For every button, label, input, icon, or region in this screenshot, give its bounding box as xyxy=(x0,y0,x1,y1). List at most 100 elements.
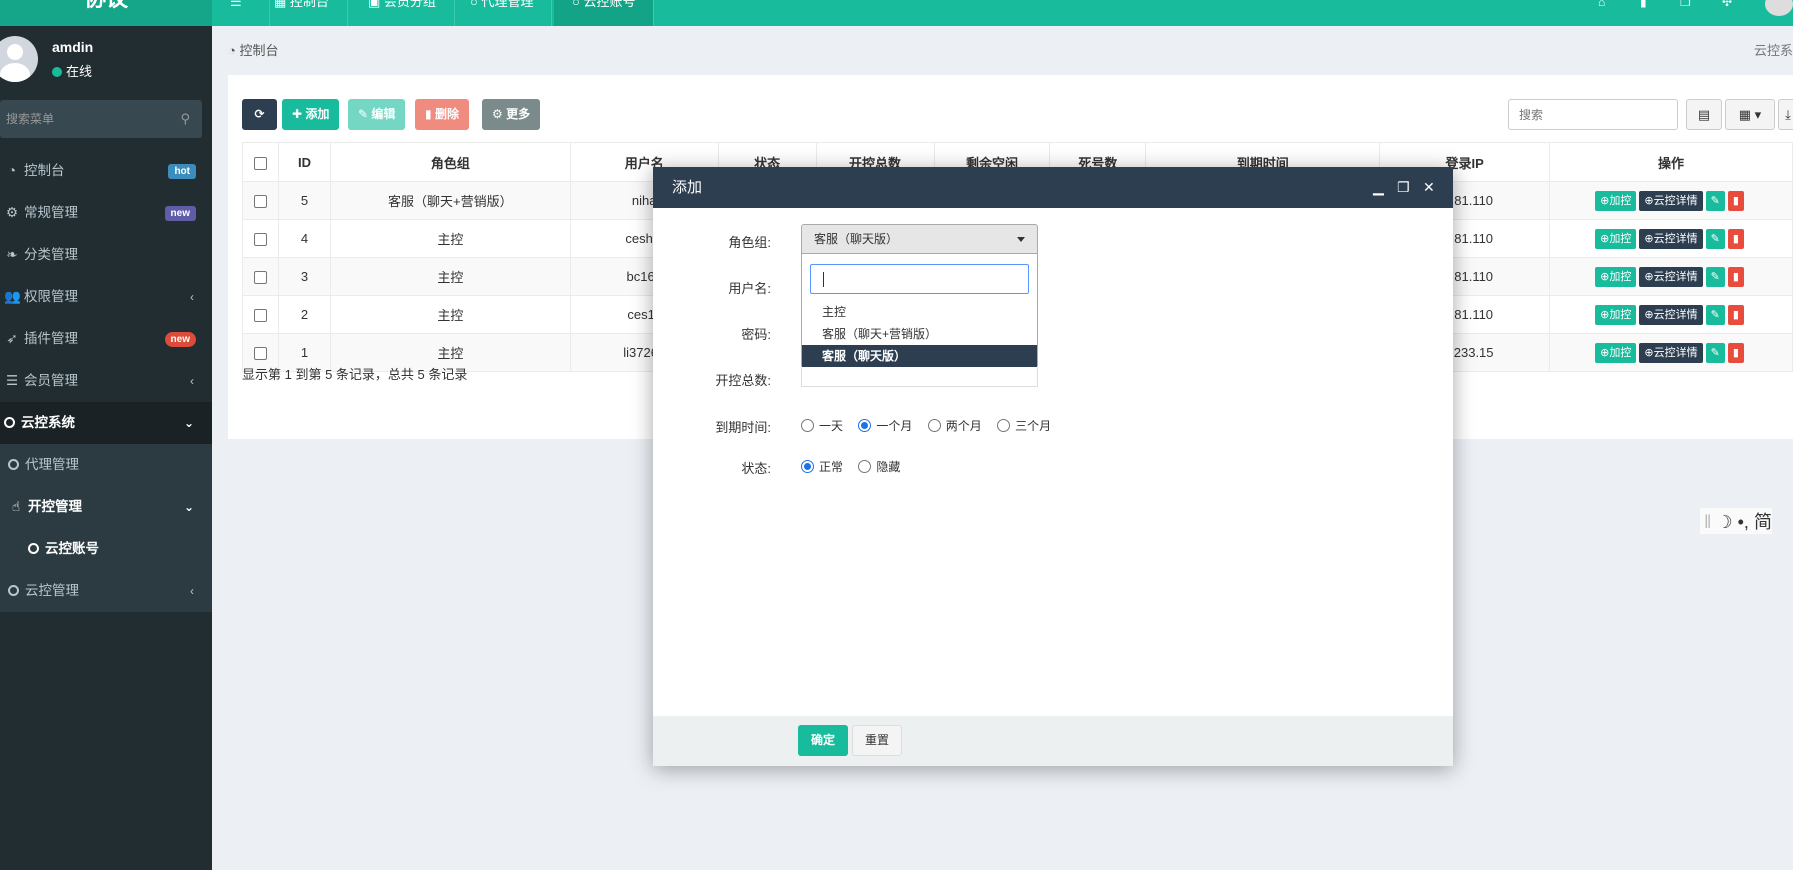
delete-row-button[interactable]: ▮ xyxy=(1727,266,1744,287)
status-option[interactable]: 正常 xyxy=(801,460,843,474)
list-icon: ☰ xyxy=(5,373,19,388)
total-input[interactable] xyxy=(801,365,1038,387)
col-header[interactable]: 角色组 xyxy=(329,142,571,182)
sidebar-item-agent[interactable]: 代理管理 xyxy=(0,444,212,486)
row-checkbox[interactable] xyxy=(253,309,267,323)
punctuation-icon[interactable]: •, xyxy=(1738,512,1749,532)
moon-icon[interactable]: ☽ xyxy=(1716,512,1732,532)
hand-icon: ☝ xyxy=(11,499,21,514)
edit-button[interactable]: ✎ 编辑 xyxy=(348,99,406,130)
radio-button[interactable] xyxy=(858,419,872,432)
table-search-input[interactable] xyxy=(1508,99,1678,130)
radio-button[interactable] xyxy=(801,460,814,473)
delete-row-button[interactable]: ▮ xyxy=(1727,190,1744,211)
delete-row-button[interactable]: ▮ xyxy=(1727,304,1744,325)
add-control-button[interactable]: ⊕加控 xyxy=(1595,304,1637,325)
detail-button[interactable]: ⊕云控详情 xyxy=(1639,228,1703,249)
online-dot-icon xyxy=(52,67,62,77)
sidebar-item-dashboard[interactable]: ◔ 控制台 hot xyxy=(0,150,212,192)
radio-button[interactable] xyxy=(858,460,872,473)
expire-option[interactable]: 一天 xyxy=(801,419,843,433)
add-control-button[interactable]: ⊕加控 xyxy=(1595,266,1637,287)
tab-agent[interactable]: ○ 代理管理 xyxy=(452,0,553,26)
app-logo[interactable]: 协议 xyxy=(0,0,212,26)
edit-row-button[interactable]: ✎ xyxy=(1705,228,1725,249)
radio-button[interactable] xyxy=(801,419,814,432)
columns-button[interactable]: ▦ ▾ xyxy=(1725,99,1775,130)
detail-button[interactable]: ⊕云控详情 xyxy=(1639,190,1703,211)
confirm-button[interactable]: 确定 xyxy=(798,725,848,756)
edit-row-button[interactable]: ✎ xyxy=(1705,190,1725,211)
role-option[interactable]: 主控 xyxy=(802,301,1037,323)
add-button[interactable]: ✚ 添加 xyxy=(282,99,340,130)
status-option[interactable]: 隐藏 xyxy=(858,460,900,474)
export-button[interactable]: ⤓ xyxy=(1778,99,1793,130)
sidebar-search-input[interactable] xyxy=(0,100,170,138)
col-header[interactable]: ID xyxy=(277,142,331,182)
row-checkbox[interactable] xyxy=(253,347,267,361)
avatar xyxy=(0,36,38,82)
sidebar-item-permission[interactable]: 👥 权限管理 ‹ xyxy=(0,276,212,318)
add-control-button[interactable]: ⊕加控 xyxy=(1595,190,1637,211)
tab-member-group[interactable]: ▣ 会员分组 xyxy=(350,0,455,26)
detail-button[interactable]: ⊕云控详情 xyxy=(1639,266,1703,287)
detail-button[interactable]: ⊕云控详情 xyxy=(1639,304,1703,325)
cell-role: 主控 xyxy=(329,257,571,296)
copy-icon[interactable]: ❐ xyxy=(1680,0,1691,8)
edit-row-button[interactable]: ✎ xyxy=(1705,266,1725,287)
chevron-down-icon: ⌄ xyxy=(183,500,194,514)
tab-cloud-account[interactable]: ○ 云控账号 xyxy=(554,0,655,26)
add-control-button[interactable]: ⊕加控 xyxy=(1595,342,1637,363)
delete-row-button[interactable]: ▮ xyxy=(1727,228,1744,249)
delete-row-button[interactable]: ▮ xyxy=(1727,342,1744,363)
radio-button[interactable] xyxy=(997,419,1011,432)
plus-circle-icon: ⊕ xyxy=(1644,194,1654,207)
user-avatar[interactable] xyxy=(1765,0,1793,16)
expire-option[interactable]: 三个月 xyxy=(997,419,1051,433)
add-control-button[interactable]: ⊕加控 xyxy=(1595,228,1637,249)
row-checkbox[interactable] xyxy=(253,233,267,247)
maximize-icon[interactable]: ❐ xyxy=(1397,167,1410,208)
fullscreen-icon[interactable]: ✣ xyxy=(1722,0,1732,8)
chevron-left-icon: ‹ xyxy=(190,584,194,598)
sidebar-item-cloud-manage[interactable]: 云控管理 ‹ xyxy=(0,570,212,612)
delete-button[interactable]: ▮ 删除 xyxy=(415,99,469,130)
dashboard-icon: ◔ xyxy=(228,43,240,58)
row-checkbox[interactable] xyxy=(253,271,267,285)
minimize-icon[interactable]: ▁ xyxy=(1373,167,1384,208)
sidebar-item-open-control[interactable]: ☝ 开控管理 ⌄ xyxy=(0,486,212,528)
role-option-selected[interactable]: 客服（聊天版） xyxy=(802,345,1037,367)
select-all-checkbox[interactable] xyxy=(253,156,267,170)
dashboard-icon: ▦ xyxy=(274,0,290,9)
tab-dashboard[interactable]: ▦ 控制台 xyxy=(256,0,348,26)
row-checkbox[interactable] xyxy=(253,195,267,209)
home-icon[interactable]: ⌂ xyxy=(1598,0,1605,8)
sidebar-item-general[interactable]: ⚙ 常规管理 new xyxy=(0,192,212,234)
refresh-button[interactable]: ⟳ xyxy=(242,99,277,130)
role-select[interactable]: 客服（聊天版） xyxy=(801,224,1038,254)
trash-icon: ▮ xyxy=(1732,232,1739,245)
sidebar-item-cloud-system[interactable]: 云控系统 ⌄ xyxy=(0,402,212,444)
expire-option[interactable]: 两个月 xyxy=(927,419,982,433)
simplified-icon[interactable]: 简 xyxy=(1754,512,1772,532)
radio-button[interactable] xyxy=(927,419,941,432)
edit-row-button[interactable]: ✎ xyxy=(1705,342,1725,363)
sidebar-item-member[interactable]: ☰ 会员管理 ‹ xyxy=(0,360,212,402)
toggle-view-button[interactable]: ▤ xyxy=(1686,99,1722,130)
trash-icon[interactable]: ▮ xyxy=(1640,0,1647,8)
plus-circle-icon: ⊕ xyxy=(1600,346,1610,359)
search-icon[interactable]: ⚲ xyxy=(180,111,190,127)
more-button[interactable]: ⚙ 更多 xyxy=(482,99,541,130)
expire-option[interactable]: 一个月 xyxy=(858,419,912,433)
role-search-input[interactable] xyxy=(810,264,1029,294)
edit-row-button[interactable]: ✎ xyxy=(1705,304,1725,325)
detail-button[interactable]: ⊕云控详情 xyxy=(1639,342,1703,363)
circle-icon xyxy=(8,459,19,470)
form-row-password: 密码: xyxy=(653,316,1453,346)
close-icon[interactable]: ✕ xyxy=(1423,167,1435,208)
sidebar-item-plugin[interactable]: ➶ 插件管理 new xyxy=(0,318,212,360)
sidebar-item-cloud-account[interactable]: 云控账号 xyxy=(0,528,212,570)
role-option[interactable]: 客服（聊天+营销版） xyxy=(802,323,1037,345)
reset-button[interactable]: 重置 xyxy=(852,725,902,756)
sidebar-item-category[interactable]: ❧ 分类管理 xyxy=(0,234,212,276)
